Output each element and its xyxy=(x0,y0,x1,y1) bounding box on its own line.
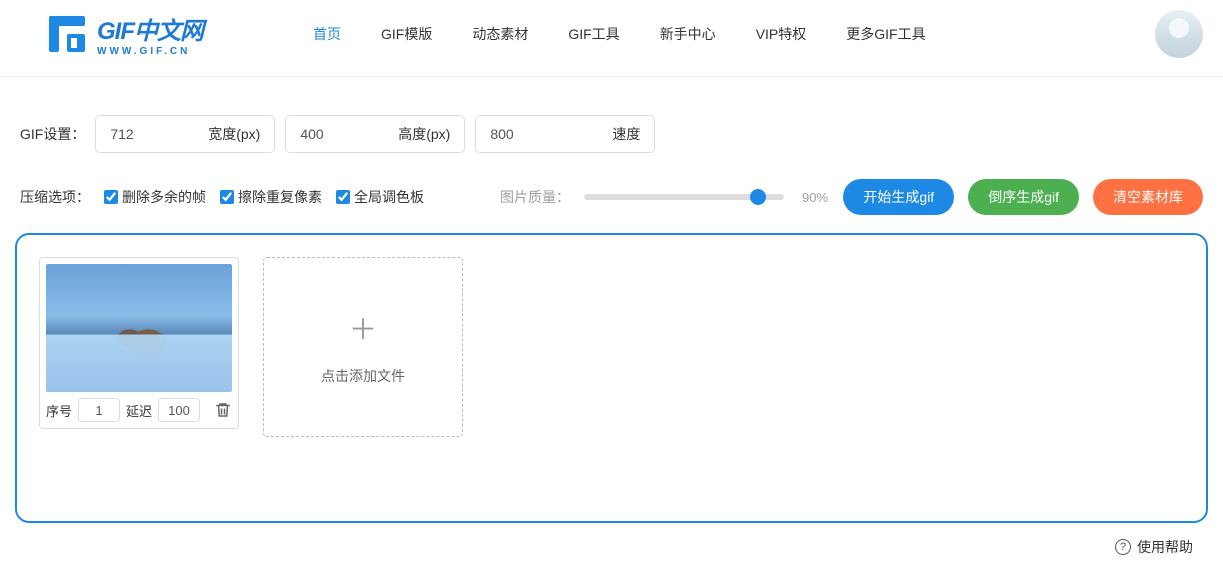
speed-suffix: 速度 xyxy=(612,124,640,144)
help-link[interactable]: ? 使用帮助 xyxy=(0,523,1223,561)
nav-tools[interactable]: GIF工具 xyxy=(568,24,619,44)
nav-vip[interactable]: VIP特权 xyxy=(756,24,807,44)
cb-delete-extra-frames[interactable]: 删除多余的帧 xyxy=(104,187,206,207)
index-label: 序号 xyxy=(46,401,72,420)
compression-label: 压缩选项： xyxy=(20,187,90,207)
cb-erase-dup-pixels-input[interactable] xyxy=(220,190,234,204)
nav-templates[interactable]: GIF模版 xyxy=(381,24,432,44)
cb-erase-dup-pixels[interactable]: 擦除重复像素 xyxy=(220,187,322,207)
index-input[interactable] xyxy=(78,398,120,422)
quality-slider[interactable] xyxy=(584,194,784,200)
material-panel: 序号 延迟 ＋ 点击添加文件 xyxy=(15,233,1208,523)
cb-delete-extra-frames-input[interactable] xyxy=(104,190,118,204)
clear-button[interactable]: 清空素材库 xyxy=(1093,179,1203,215)
width-suffix: 宽度(px) xyxy=(208,124,260,144)
nav-home[interactable]: 首页 xyxy=(313,24,341,44)
help-icon: ? xyxy=(1115,539,1131,555)
logo-icon xyxy=(45,12,89,56)
quality-value: 90% xyxy=(802,190,828,205)
delay-label: 延迟 xyxy=(126,401,152,420)
user-avatar[interactable] xyxy=(1155,10,1203,58)
logo[interactable]: GIF中文网 WWW.GIF.CN xyxy=(45,11,203,57)
height-suffix: 高度(px) xyxy=(398,124,450,144)
compression-row: 压缩选项： 删除多余的帧 擦除重复像素 全局调色板 图片质量： 90% 开始生成… xyxy=(0,171,1223,233)
reverse-button[interactable]: 倒序生成gif xyxy=(968,179,1079,215)
quality-slider-wrap: 90% xyxy=(584,190,828,205)
frame-controls: 序号 延迟 xyxy=(46,392,232,422)
logo-text: GIF中文网 WWW.GIF.CN xyxy=(97,11,203,57)
cb-global-palette-input[interactable] xyxy=(336,190,350,204)
cb-erase-dup-pixels-label: 擦除重复像素 xyxy=(238,187,322,207)
trash-icon[interactable] xyxy=(214,401,232,419)
main-nav: 首页 GIF模版 动态素材 GIF工具 新手中心 VIP特权 更多GIF工具 xyxy=(313,24,926,44)
quality-label: 图片质量： xyxy=(500,187,570,207)
delay-input[interactable] xyxy=(158,398,200,422)
logo-subtitle: WWW.GIF.CN xyxy=(97,46,203,57)
generate-button[interactable]: 开始生成gif xyxy=(843,179,954,215)
cb-global-palette[interactable]: 全局调色板 xyxy=(336,187,424,207)
help-text: 使用帮助 xyxy=(1137,537,1193,557)
logo-title: GIF中文网 xyxy=(97,11,203,46)
nav-more[interactable]: 更多GIF工具 xyxy=(846,24,925,44)
width-input[interactable] xyxy=(110,126,180,142)
nav-newbie[interactable]: 新手中心 xyxy=(660,24,716,44)
cb-global-palette-label: 全局调色板 xyxy=(354,187,424,207)
frame-thumbnail[interactable] xyxy=(46,264,232,392)
height-input[interactable] xyxy=(300,126,370,142)
action-buttons: 开始生成gif 倒序生成gif 清空素材库 xyxy=(843,179,1203,215)
frame-card: 序号 延迟 xyxy=(39,257,239,429)
height-input-group: 高度(px) xyxy=(285,115,465,153)
header: GIF中文网 WWW.GIF.CN 首页 GIF模版 动态素材 GIF工具 新手… xyxy=(0,0,1223,77)
gif-settings-row: GIF设置： 宽度(px) 高度(px) 速度 xyxy=(0,77,1223,171)
add-file-card[interactable]: ＋ 点击添加文件 xyxy=(263,257,463,437)
cb-delete-extra-frames-label: 删除多余的帧 xyxy=(122,187,206,207)
add-file-label: 点击添加文件 xyxy=(321,366,405,386)
settings-label: GIF设置： xyxy=(20,124,85,144)
speed-input-group: 速度 xyxy=(475,115,655,153)
nav-materials[interactable]: 动态素材 xyxy=(472,24,528,44)
width-input-group: 宽度(px) xyxy=(95,115,275,153)
speed-input[interactable] xyxy=(490,126,560,142)
plus-icon: ＋ xyxy=(349,308,377,348)
